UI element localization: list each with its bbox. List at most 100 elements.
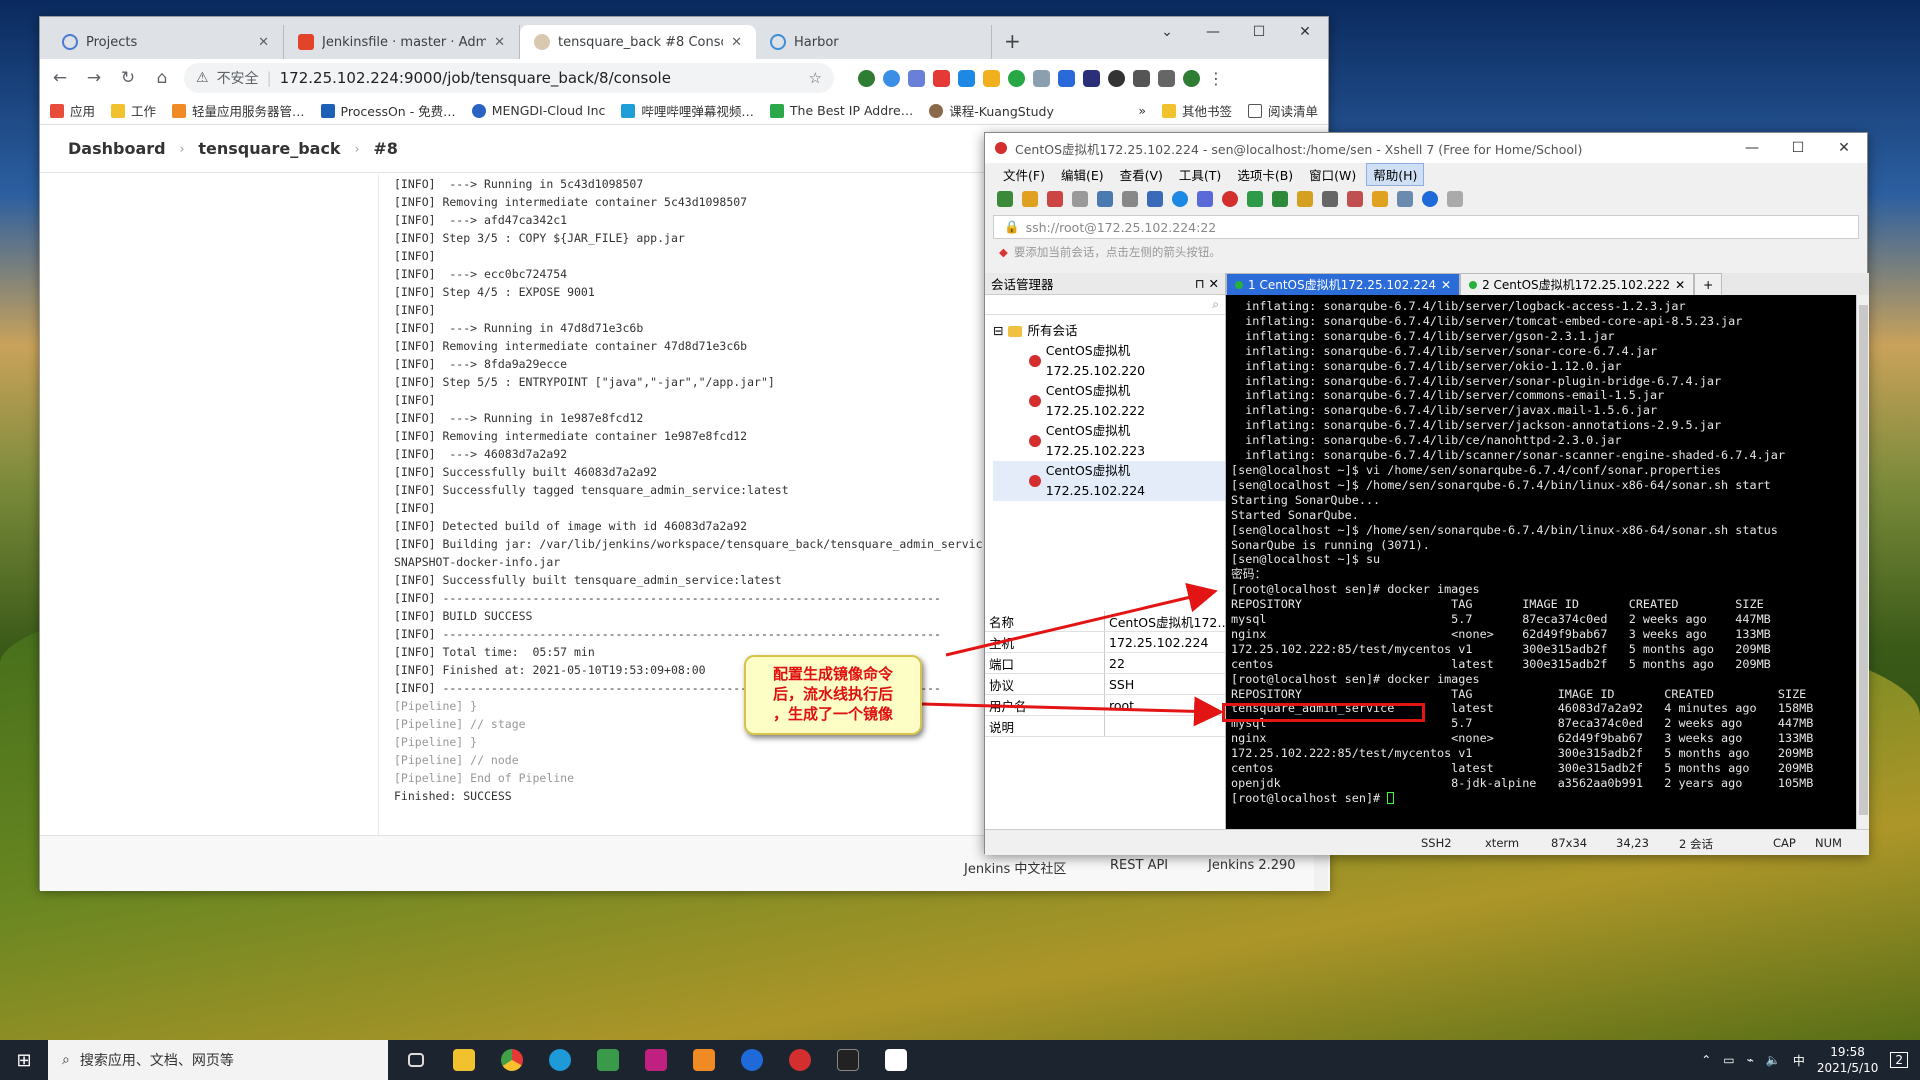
extension-icon[interactable]	[1008, 69, 1025, 87]
reconnect-icon[interactable]	[1072, 191, 1088, 207]
pin-close-icon[interactable]: ⊓ ✕	[1195, 276, 1219, 291]
puzzle-icon[interactable]	[1133, 69, 1150, 87]
extension-icon[interactable]	[1058, 69, 1075, 87]
session-item[interactable]: CentOS虚拟机172.25.102.223	[993, 421, 1225, 461]
menu-file[interactable]: 文件(F)	[997, 164, 1051, 185]
star-icon[interactable]: ☆	[809, 69, 822, 87]
bookmark-lighthouse[interactable]: 轻量应用服务器管…	[172, 101, 305, 120]
bookmark-arrow-icon[interactable]: ◆	[999, 245, 1008, 259]
bookmark-mengdi[interactable]: MENGDI-Cloud Inc	[471, 103, 605, 118]
tab-jenkinsfile[interactable]: Jenkinsfile · master · Administ… ✕	[284, 25, 520, 59]
menu-window[interactable]: 窗口(W)	[1303, 164, 1362, 185]
tab-projects[interactable]: Projects ✕	[48, 25, 284, 59]
close-icon[interactable]: ✕	[1441, 278, 1451, 292]
notification-icon[interactable]: 2	[1890, 1052, 1908, 1068]
minimize-icon[interactable]: —	[1190, 17, 1236, 47]
bookmark-processon[interactable]: ProcessOn - 免费…	[320, 101, 456, 120]
file-explorer-icon[interactable]	[440, 1040, 488, 1080]
bookmark-apps[interactable]: 应用	[50, 101, 95, 120]
extension-icon[interactable]	[1033, 69, 1050, 87]
fullscreen-icon[interactable]	[1272, 191, 1288, 207]
xftp2-icon[interactable]	[1247, 191, 1263, 207]
session-item[interactable]: CentOS虚拟机172.25.102.224	[993, 461, 1225, 501]
xshell-icon[interactable]	[776, 1040, 824, 1080]
help-icon[interactable]	[1422, 191, 1438, 207]
warning-icon[interactable]: ⚠	[196, 70, 209, 86]
extension-icon[interactable]	[983, 69, 1000, 87]
transfer-icon[interactable]	[1372, 191, 1388, 207]
xshell-address-bar[interactable]: 🔒 ssh://root@172.25.102.224:22	[993, 215, 1859, 239]
menu-help[interactable]: 帮助(H)	[1366, 162, 1425, 186]
extension-icon[interactable]	[933, 69, 950, 87]
menu-view[interactable]: 查看(V)	[1114, 164, 1169, 185]
sublime-icon[interactable]	[680, 1040, 728, 1080]
close-window-icon[interactable]: ✕	[1282, 17, 1328, 47]
scroll-thumb[interactable]	[1859, 305, 1868, 815]
battery-icon[interactable]: ▭	[1723, 1053, 1734, 1067]
add-tab-button[interactable]: +	[1694, 273, 1723, 295]
minimize-icon[interactable]: —	[1729, 133, 1775, 163]
chevron-up-icon[interactable]: ⌃	[1701, 1053, 1711, 1067]
maximize-icon[interactable]: ☐	[1775, 133, 1821, 163]
menu-tabs[interactable]: 选项卡(B)	[1231, 164, 1299, 185]
close-icon[interactable]: ✕	[731, 35, 742, 50]
disconnect-icon[interactable]	[1047, 191, 1063, 207]
close-icon[interactable]: ✕	[258, 35, 269, 50]
bookmark-work[interactable]: 工作	[111, 101, 156, 120]
bookmarks-overflow[interactable]: »	[1138, 103, 1146, 118]
edge-icon[interactable]	[536, 1040, 584, 1080]
ime-indicator[interactable]: 中	[1793, 1052, 1805, 1069]
extension-icon[interactable]	[883, 69, 900, 87]
other-bookmarks[interactable]: 其他书签	[1161, 101, 1232, 120]
terminal-icon[interactable]	[824, 1040, 872, 1080]
terminal-tab-2[interactable]: 2 CentOS虚拟机172.25.102.222 ✕	[1460, 273, 1695, 295]
tab-harbor[interactable]: Harbor	[756, 25, 992, 59]
bookmark-ip[interactable]: The Best IP Addre…	[769, 103, 913, 118]
lock-icon[interactable]	[1297, 191, 1313, 207]
forward-icon[interactable]: →	[82, 66, 106, 90]
money-app-icon[interactable]	[584, 1040, 632, 1080]
tab-search-icon[interactable]: ⌄	[1144, 17, 1190, 47]
terminal-output[interactable]: inflating: sonarqube-6.7.4/lib/server/lo…	[1226, 295, 1856, 829]
reload-icon[interactable]: ↻	[116, 66, 140, 90]
close-window-icon[interactable]: ✕	[1821, 133, 1867, 163]
layout-icon[interactable]	[1397, 191, 1413, 207]
session-search[interactable]: ⌕	[985, 295, 1225, 315]
intellij-icon[interactable]	[632, 1040, 680, 1080]
reading-list-icon[interactable]	[1158, 69, 1175, 87]
session-item[interactable]: CentOS虚拟机172.25.102.220	[993, 341, 1225, 381]
close-icon[interactable]: ✕	[494, 35, 505, 50]
new-session-icon[interactable]	[997, 191, 1013, 207]
feishu-icon[interactable]	[728, 1040, 776, 1080]
breadcrumb-dashboard[interactable]: Dashboard	[68, 139, 166, 158]
tab-console[interactable]: tensquare_back #8 Console [Je… ✕	[520, 25, 756, 59]
footer-version-link[interactable]: Jenkins 2.290	[1208, 858, 1296, 873]
taskbar-search[interactable]: ⌕ 搜索应用、文档、网页等	[48, 1040, 388, 1080]
bookmark-kuang[interactable]: 课程-KuangStudy	[929, 101, 1054, 120]
reading-list[interactable]: 阅读清单	[1247, 101, 1318, 120]
properties-icon[interactable]	[1147, 191, 1163, 207]
session-item[interactable]: CentOS虚拟机172.25.102.222	[993, 381, 1225, 421]
xftp-icon[interactable]	[1222, 191, 1238, 207]
keyboard-icon[interactable]	[1322, 191, 1338, 207]
maximize-icon[interactable]: ☐	[1236, 17, 1282, 47]
back-icon[interactable]: ←	[48, 66, 72, 90]
collapse-icon[interactable]: ⊟	[993, 321, 1003, 341]
menu-tools[interactable]: 工具(T)	[1173, 164, 1227, 185]
terminal-scrollbar[interactable]	[1856, 295, 1869, 829]
script-icon[interactable]	[1347, 191, 1363, 207]
typora-icon[interactable]	[872, 1040, 920, 1080]
chrome-icon[interactable]	[488, 1040, 536, 1080]
network-icon[interactable]: ⌁	[1747, 1053, 1754, 1067]
tree-all-sessions[interactable]: ⊟ 所有会话	[993, 321, 1225, 341]
address-bar[interactable]: ⚠ 不安全 | 172.25.102.224:9000/job/tensquar…	[184, 63, 834, 93]
extension-icon[interactable]	[1108, 69, 1125, 87]
clock[interactable]: 19:58 2021/5/10	[1817, 1044, 1879, 1076]
font-icon[interactable]	[1197, 191, 1213, 207]
open-folder-icon[interactable]	[1022, 191, 1038, 207]
copy-icon[interactable]	[1097, 191, 1113, 207]
footer-community-link[interactable]: Jenkins 中文社区	[964, 858, 1066, 877]
breadcrumb-build[interactable]: #8	[373, 139, 398, 158]
new-tab-button[interactable]: +	[992, 29, 1033, 59]
breadcrumb-job[interactable]: tensquare_back	[198, 139, 340, 158]
